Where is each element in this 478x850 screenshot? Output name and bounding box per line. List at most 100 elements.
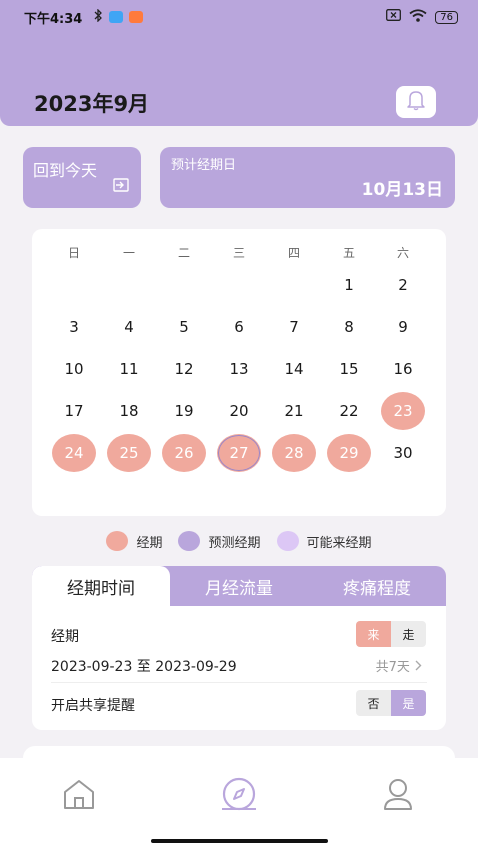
come-button[interactable]: 来 <box>356 621 391 647</box>
nav-discover[interactable] <box>219 776 259 816</box>
calendar-day[interactable]: 20 <box>215 393 263 429</box>
calendar-day[interactable]: 2 <box>379 267 427 303</box>
back-to-today-button[interactable]: 回到今天 <box>23 147 141 208</box>
month-title: 2023年9月 <box>34 92 150 116</box>
calendar: 日一二三四五六 1 2 3 4 5 6 7 8 9 10 11 12 13 14 15 16 17 18 19 20 21… <box>32 229 446 516</box>
wifi-icon <box>409 8 427 26</box>
calendar-day-number: 24 <box>64 444 84 462</box>
app-icon-shop <box>129 11 144 23</box>
days-total-label: 共7天 <box>375 660 410 675</box>
calendar-day-number: 28 <box>284 444 304 462</box>
period-come-leave-toggle: 来 走 <box>356 621 426 647</box>
home-icon <box>61 778 97 814</box>
calendar-day-number: 17 <box>64 402 84 420</box>
calendar-day[interactable]: 1 <box>325 267 373 303</box>
calendar-day[interactable]: 22 <box>325 393 373 429</box>
calendar-day[interactable]: 25 <box>105 434 153 472</box>
tab-menstrual-flow[interactable]: 月经流量 <box>170 566 308 606</box>
enter-icon <box>113 177 129 196</box>
calendar-day[interactable]: 4 <box>105 309 153 345</box>
calendar-day[interactable]: 6 <box>215 309 263 345</box>
calendar-day[interactable]: 17 <box>50 393 98 429</box>
calendar-day-number: 30 <box>393 444 413 462</box>
calendar-day[interactable]: 26 <box>160 434 208 472</box>
calendar-day-number: 29 <box>339 444 359 462</box>
nav-active-indicator <box>222 808 256 810</box>
legend-item-predicted: 预测经期 <box>178 531 261 551</box>
period-days-total[interactable]: 共7天 <box>376 656 422 675</box>
calendar-day[interactable]: 15 <box>325 351 373 387</box>
calendar-day[interactable]: 21 <box>270 393 318 429</box>
calendar-day[interactable]: 28 <box>270 434 318 472</box>
bottom-navigation <box>0 758 478 850</box>
home-indicator <box>151 839 328 843</box>
calendar-day[interactable]: 13 <box>215 351 263 387</box>
chevron-right-icon <box>414 660 422 675</box>
period-detail-panel: 经期时间 月经流量 疼痛程度 经期 来 走 2023-09-23 至 2023-… <box>32 566 446 730</box>
calendar-day[interactable]: 24 <box>50 434 98 472</box>
weekday-label: 六 <box>396 245 409 260</box>
calendar-day[interactable]: 30 <box>379 435 427 471</box>
calendar-day-number: 18 <box>119 402 139 420</box>
status-bar: 下午4:34 76 <box>0 0 478 34</box>
calendar-day-number: 27 <box>229 444 249 462</box>
calendar-day[interactable]: 7 <box>270 309 318 345</box>
calendar-day-number: 15 <box>339 360 359 378</box>
calendar-day[interactable]: 3 <box>50 309 98 345</box>
legend-dot <box>106 531 129 551</box>
calendar-day-number: 9 <box>398 318 408 336</box>
calendar-day-number: 6 <box>234 318 244 336</box>
calendar-day[interactable]: 29 <box>325 434 373 472</box>
calendar-day-number: 10 <box>64 360 84 378</box>
calendar-day[interactable]: 14 <box>270 351 318 387</box>
share-no-button[interactable]: 否 <box>356 690 391 716</box>
notification-button[interactable] <box>396 86 436 118</box>
calendar-day-number: 11 <box>119 360 139 378</box>
tab-period-time[interactable]: 经期时间 <box>32 566 170 606</box>
calendar-day-number: 19 <box>174 402 194 420</box>
calendar-day[interactable]: 11 <box>105 351 153 387</box>
calendar-day-number: 20 <box>229 402 249 420</box>
tab-bar: 经期时间 月经流量 疼痛程度 <box>32 566 446 606</box>
calendar-day-number: 5 <box>179 318 189 336</box>
legend-dot <box>276 531 299 551</box>
weekday-label: 二 <box>177 245 190 260</box>
calendar-day[interactable]: 9 <box>379 309 427 345</box>
weekday-label: 三 <box>232 245 245 260</box>
calendar-day[interactable]: 16 <box>379 351 427 387</box>
calendar-day[interactable]: 27 <box>215 434 263 472</box>
leave-button[interactable]: 走 <box>391 621 426 647</box>
calendar-day[interactable]: 10 <box>50 351 98 387</box>
share-yes-button[interactable]: 是 <box>391 690 426 716</box>
nav-home[interactable] <box>59 776 99 816</box>
calendar-day[interactable]: 23 <box>379 392 427 430</box>
share-reminder-label: 开启共享提醒 <box>51 698 135 714</box>
period-date-range: 2023-09-23 至 2023-09-29 <box>51 659 237 675</box>
calendar-day-number: 2 <box>398 276 408 294</box>
weekday-label: 四 <box>287 245 300 260</box>
weekday-label: 日 <box>67 245 80 260</box>
legend-item-period: 经期 <box>106 531 162 551</box>
calendar-day-number: 21 <box>284 402 304 420</box>
calendar-day[interactable]: 18 <box>105 393 153 429</box>
bluetooth-icon <box>94 7 103 26</box>
predicted-period-label: 预计经期日 <box>171 158 237 173</box>
calendar-day-number: 13 <box>229 360 249 378</box>
divider <box>51 682 427 683</box>
calendar-day[interactable]: 12 <box>160 351 208 387</box>
weekday-label: 一 <box>122 245 135 260</box>
app-icon-video <box>109 11 124 23</box>
calendar-day[interactable]: 19 <box>160 393 208 429</box>
calendar-day-number: 3 <box>69 318 79 336</box>
calendar-day[interactable]: 5 <box>160 309 208 345</box>
calendar-day[interactable]: 8 <box>325 309 373 345</box>
legend-label: 预测经期 <box>208 535 261 551</box>
tab-pain-level[interactable]: 疼痛程度 <box>308 566 446 606</box>
status-time: 下午4:34 <box>24 11 83 27</box>
share-reminder-toggle: 否 是 <box>356 690 426 716</box>
legend-item-possible: 可能来经期 <box>276 531 372 551</box>
calendar-day-number: 8 <box>344 318 354 336</box>
calendar-day-number: 7 <box>289 318 299 336</box>
calendar-day-number: 4 <box>124 318 134 336</box>
nav-profile[interactable] <box>378 776 418 816</box>
